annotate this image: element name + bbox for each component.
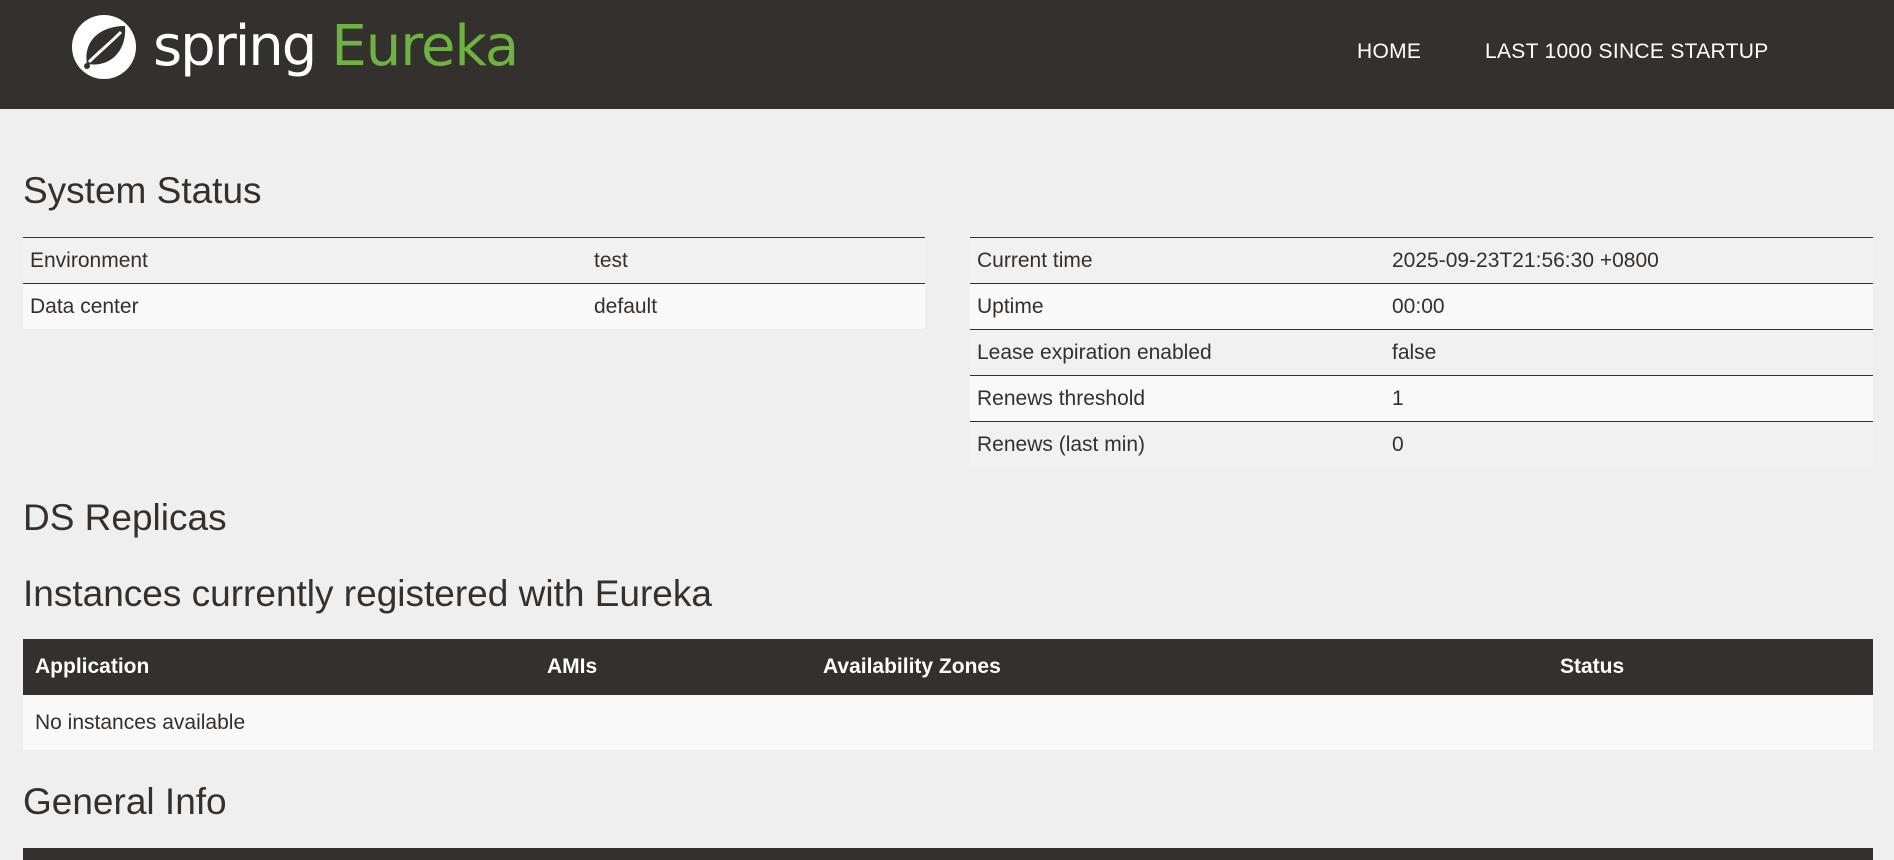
system-status-heading: System Status xyxy=(23,170,262,211)
column-header-amis: AMIs xyxy=(535,639,811,695)
table-header-row: Application AMIs Availability Zones Stat… xyxy=(23,639,1873,695)
system-status-right-table: Current time 2025-09-23T21:56:30 +0800 U… xyxy=(970,237,1873,467)
table-row: Lease expiration enabled false xyxy=(970,329,1873,376)
nav-last-1000-link[interactable]: LAST 1000 SINCE STARTUP xyxy=(1485,40,1769,64)
status-value: false xyxy=(1385,329,1873,376)
logo-spring-text: spring xyxy=(153,14,317,79)
column-header-application: Application xyxy=(23,639,535,695)
table-row: Renews threshold 1 xyxy=(970,375,1873,422)
status-key: Environment xyxy=(23,237,587,284)
status-key: Lease expiration enabled xyxy=(970,329,1385,376)
spring-leaf-logo-icon xyxy=(72,15,136,79)
instances-heading: Instances currently registered with Eure… xyxy=(23,573,712,614)
instances-table: Application AMIs Availability Zones Stat… xyxy=(23,639,1873,750)
table-row: Renews (last min) 0 xyxy=(970,421,1873,467)
general-info-heading: General Info xyxy=(23,781,227,822)
spring-eureka-logo[interactable]: spring Eureka xyxy=(69,12,519,82)
status-value: 0 xyxy=(1385,421,1873,467)
column-header-status: Status xyxy=(1548,639,1873,695)
status-key: Data center xyxy=(23,283,587,329)
table-row: Current time 2025-09-23T21:56:30 +0800 xyxy=(970,237,1873,284)
status-value: 1 xyxy=(1385,375,1873,422)
table-row: Environment test xyxy=(23,237,925,284)
table-row: Uptime 00:00 xyxy=(970,283,1873,330)
nav-home-link[interactable]: HOME xyxy=(1357,40,1421,64)
status-value: 2025-09-23T21:56:30 +0800 xyxy=(1385,237,1873,284)
system-status-left-table: Environment test Data center default xyxy=(23,237,925,329)
ds-replicas-heading: DS Replicas xyxy=(23,497,227,538)
status-key: Renews threshold xyxy=(970,375,1385,422)
status-value: 00:00 xyxy=(1385,283,1873,330)
status-key: Current time xyxy=(970,237,1385,284)
status-value: default xyxy=(587,283,925,329)
status-value: test xyxy=(587,237,925,284)
table-row: Data center default xyxy=(23,283,925,329)
no-instances-message: No instances available xyxy=(23,695,1873,750)
column-header-availability-zones: Availability Zones xyxy=(811,639,1548,695)
status-key: Uptime xyxy=(970,283,1385,330)
status-key: Renews (last min) xyxy=(970,421,1385,467)
general-info-table-header xyxy=(23,848,1873,860)
table-row: No instances available xyxy=(23,695,1873,750)
logo-eureka-text: Eureka xyxy=(331,14,519,79)
top-navbar: spring Eureka HOME LAST 1000 SINCE START… xyxy=(0,0,1894,109)
